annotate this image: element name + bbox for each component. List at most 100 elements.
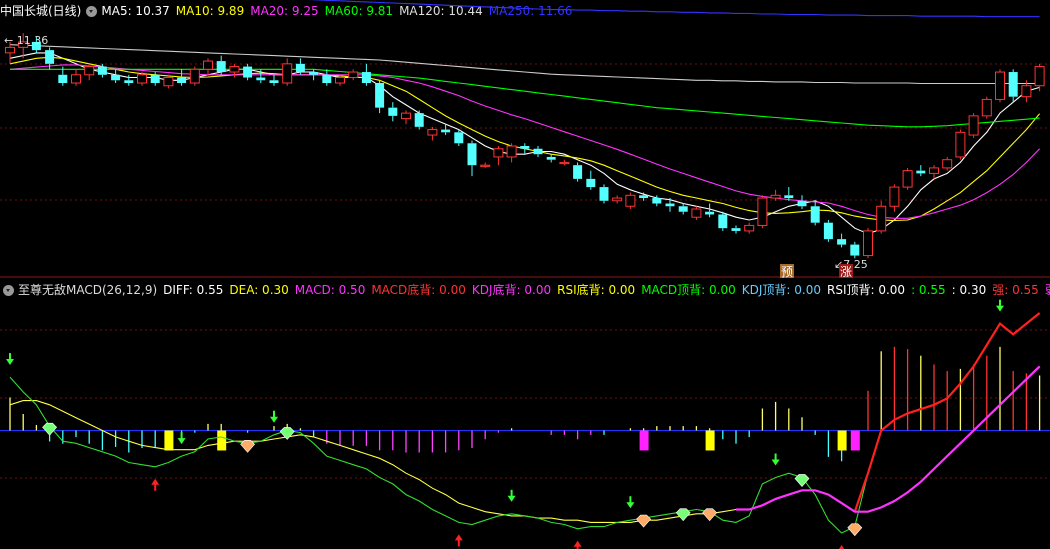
candle (414, 110, 424, 130)
candle (71, 69, 81, 86)
candle-body (361, 72, 371, 83)
up-arrow-icon (573, 540, 582, 549)
candle (163, 74, 174, 89)
candle (691, 206, 702, 220)
candle (388, 102, 398, 122)
candle (586, 170, 596, 190)
candle (493, 146, 504, 166)
signal-block (850, 430, 860, 451)
candle-body (929, 167, 939, 174)
down-arrow-icon (996, 299, 1004, 312)
candle (216, 55, 226, 75)
candle-body (388, 107, 398, 116)
candle-body (863, 230, 873, 257)
gem-icon (42, 422, 58, 436)
candle-body (58, 74, 68, 83)
candle-body (1021, 85, 1032, 98)
candle (757, 195, 768, 229)
down-arrow-icon (626, 496, 635, 509)
diff-line (9, 312, 1040, 534)
candle-body (480, 164, 491, 167)
up-arrow-icon (454, 534, 463, 547)
moving-average-lines (9, 0, 1041, 235)
candle-body (467, 143, 477, 166)
candle (916, 165, 926, 177)
ma250-line (306, 0, 1040, 18)
candle-body (1034, 66, 1045, 87)
stock-chart[interactable]: ← 11.36↙7.25预涨 (0, 0, 1050, 549)
candle (111, 69, 121, 83)
signal-block (639, 430, 649, 451)
candle-body (124, 80, 134, 83)
candle-body (559, 161, 570, 165)
candle (968, 113, 979, 138)
up-arrow-icon (151, 478, 160, 491)
gem-icon (702, 508, 718, 522)
candle-body (916, 170, 926, 174)
candle-body (902, 170, 913, 188)
candle-body (599, 187, 609, 201)
price-annotations: ← 11.36↙7.25预涨 (4, 34, 868, 279)
candle-body (705, 211, 715, 215)
candle (361, 63, 371, 86)
candle (995, 69, 1005, 103)
candle-body (942, 159, 953, 169)
down-arrow-icon (177, 432, 186, 445)
candle-body (71, 74, 81, 84)
candle-body (744, 224, 755, 232)
candle (599, 184, 609, 204)
candle (902, 167, 913, 190)
candle-body (639, 195, 649, 199)
candle-body (678, 206, 688, 212)
candle-body (955, 131, 966, 158)
candle (375, 80, 385, 114)
candle-body (243, 66, 253, 78)
signal-block (164, 430, 174, 451)
candle (559, 159, 570, 166)
gem-icon (847, 523, 863, 537)
candle-body (784, 195, 794, 199)
candle (889, 184, 900, 212)
down-arrow-icon (270, 410, 278, 423)
candle-body (309, 72, 319, 75)
candle (533, 146, 543, 157)
candle (189, 66, 200, 86)
gem-icon (675, 508, 691, 522)
candle-body (441, 129, 451, 133)
down-arrow-icon (771, 453, 780, 466)
candle-body (5, 46, 15, 54)
zhang-mark: 涨 (840, 264, 852, 279)
candle-body (665, 203, 675, 207)
candle-body (586, 178, 596, 188)
candle (322, 69, 332, 86)
candle-body (295, 63, 305, 73)
candle (823, 219, 833, 242)
candle-body (573, 165, 583, 179)
candle-body (335, 77, 345, 84)
candle (612, 195, 623, 204)
candle (955, 129, 966, 160)
candle-body (968, 115, 979, 136)
ma20-line (9, 64, 1040, 219)
candle (348, 69, 359, 81)
candle (837, 233, 847, 248)
candle-body (810, 206, 820, 223)
candle-body (189, 68, 200, 84)
gem-icon (240, 439, 256, 453)
candle-body (269, 80, 279, 83)
candle-body (137, 74, 147, 84)
candle-body (454, 132, 464, 144)
candle (942, 156, 953, 171)
candle-body (414, 113, 424, 127)
candle (863, 228, 873, 259)
signal-block (837, 430, 847, 451)
candle-body (876, 205, 887, 232)
candle (269, 74, 279, 86)
candle (981, 96, 992, 119)
candle-body (757, 197, 768, 226)
candle-body (625, 194, 636, 207)
candle (84, 63, 95, 81)
candle (243, 63, 253, 81)
candle-body (1008, 72, 1018, 97)
candle (427, 126, 438, 141)
